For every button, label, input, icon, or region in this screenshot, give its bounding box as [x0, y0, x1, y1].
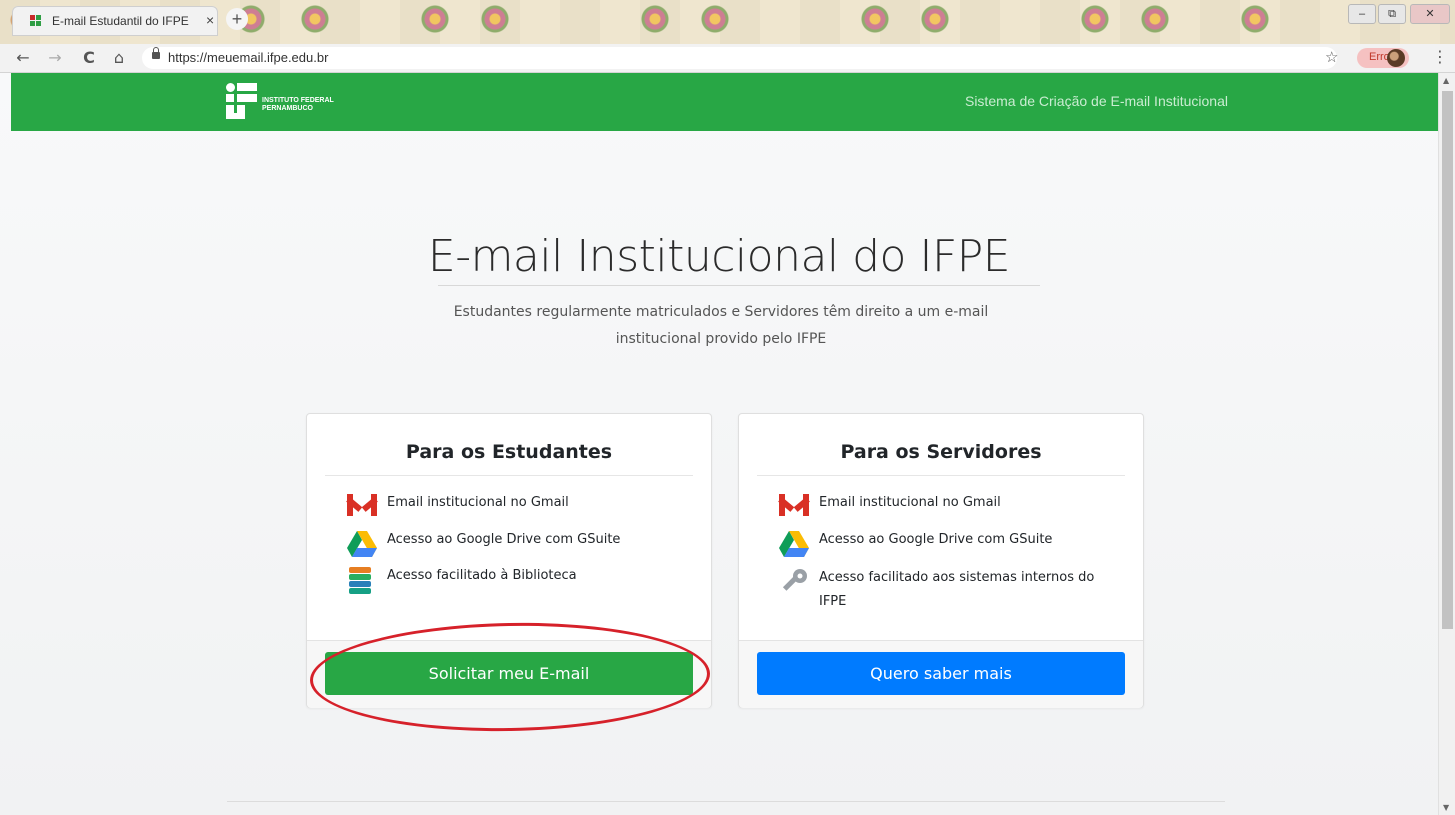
scroll-up-icon[interactable]: ▲	[1443, 76, 1449, 85]
theme-flower-decoration	[700, 4, 730, 34]
theme-flower-decoration	[920, 4, 950, 34]
profile-button[interactable]: Erro	[1357, 48, 1409, 68]
logo-block	[226, 113, 245, 119]
card-footer: Solicitar meu E-mail	[307, 640, 711, 708]
browser-tab-active[interactable]: E-mail Estudantil do IFPE ×	[12, 6, 218, 36]
maximize-button[interactable]: ⧉	[1378, 4, 1406, 24]
card-servidores: Para os Servidores Email institucional n…	[738, 413, 1144, 708]
card-divider	[325, 475, 693, 476]
logo-block	[226, 105, 234, 113]
saber-mais-button[interactable]: Quero saber mais	[757, 652, 1125, 695]
theme-flower-decoration	[480, 4, 510, 34]
feature-label: Acesso ao Google Drive com GSuite	[819, 532, 1053, 547]
tab-close-icon[interactable]: ×	[206, 12, 214, 28]
site-navbar: INSTITUTO FEDERAL PERNAMBUCO Sistema de …	[11, 73, 1438, 131]
theme-flower-decoration	[860, 4, 890, 34]
logo-circle	[226, 83, 235, 92]
scrollbar-thumb[interactable]	[1442, 91, 1453, 629]
url-text: https://meuemail.ifpe.edu.br	[168, 50, 329, 65]
logo-block	[237, 83, 257, 91]
home-icon[interactable]: ⌂	[108, 47, 130, 69]
new-tab-button[interactable]: +	[226, 8, 248, 30]
feature-label: Email institucional no Gmail	[387, 495, 569, 510]
logo-block	[226, 94, 234, 102]
bookmark-star-icon[interactable]: ☆	[1325, 48, 1338, 66]
feature-label: Acesso facilitado aos sistemas internos …	[819, 570, 1095, 609]
ifpe-favicon-icon	[30, 15, 44, 27]
reload-icon[interactable]: C	[78, 47, 100, 69]
key-icon	[779, 567, 809, 597]
site-nav-title[interactable]: Sistema de Criação de E-mail Institucion…	[965, 93, 1228, 109]
browser-menu-icon[interactable]: ⋮	[1432, 47, 1448, 66]
theme-flower-decoration	[1140, 4, 1170, 34]
page-subtitle: Estudantes regularmente matriculados e S…	[453, 304, 989, 347]
theme-flower-decoration	[1240, 4, 1270, 34]
gmail-icon	[346, 494, 378, 516]
lock-icon	[152, 47, 160, 59]
browser-toolbar: ← → C ⌂ https://meuemail.ifpe.edu.br ☆ E…	[0, 44, 1455, 73]
scroll-down-icon[interactable]: ▼	[1443, 803, 1449, 812]
feature-label: Email institucional no Gmail	[819, 495, 1001, 510]
page-title: E-mail Institucional do IFPE	[427, 231, 1011, 282]
theme-flower-decoration	[300, 4, 330, 34]
gmail-icon	[778, 494, 810, 516]
address-bar[interactable]: https://meuemail.ifpe.edu.br	[142, 47, 1337, 69]
footer-divider	[227, 801, 1225, 802]
back-arrow-icon[interactable]: ←	[12, 47, 34, 69]
logo-block	[237, 105, 245, 113]
card-footer: Quero saber mais	[739, 640, 1143, 708]
feature-label: Acesso facilitado à Biblioteca	[387, 568, 577, 583]
google-drive-icon	[347, 531, 377, 557]
card-title: Para os Estudantes	[405, 441, 613, 463]
ifpe-logo[interactable]: INSTITUTO FEDERAL PERNAMBUCO	[226, 83, 356, 121]
theme-flower-decoration	[420, 4, 450, 34]
logo-block	[237, 94, 257, 102]
logo-text: INSTITUTO FEDERAL PERNAMBUCO	[262, 97, 334, 113]
card-divider	[757, 475, 1125, 476]
browser-titlebar: E-mail Estudantil do IFPE × + – ⧉ ✕	[0, 0, 1455, 44]
close-window-button[interactable]: ✕	[1410, 4, 1450, 24]
card-title: Para os Servidores	[840, 441, 1042, 463]
feature-label: Acesso ao Google Drive com GSuite	[387, 532, 621, 547]
forward-arrow-icon[interactable]: →	[44, 47, 66, 69]
card-estudantes: Para os Estudantes Email institucional n…	[306, 413, 712, 708]
title-divider	[438, 285, 1040, 286]
theme-flower-decoration	[1080, 4, 1110, 34]
logo-line-1: INSTITUTO FEDERAL	[262, 97, 334, 104]
avatar	[1387, 49, 1405, 67]
tab-title: E-mail Estudantil do IFPE	[52, 14, 189, 28]
minimize-button[interactable]: –	[1348, 4, 1376, 24]
logo-line-2: PERNAMBUCO	[262, 105, 313, 112]
solicitar-email-button[interactable]: Solicitar meu E-mail	[325, 652, 693, 695]
page-viewport: INSTITUTO FEDERAL PERNAMBUCO Sistema de …	[0, 73, 1438, 815]
page-scrollbar[interactable]: ▲ ▼	[1438, 73, 1455, 815]
theme-flower-decoration	[640, 4, 670, 34]
google-drive-icon	[779, 531, 809, 557]
books-icon	[347, 567, 373, 597]
